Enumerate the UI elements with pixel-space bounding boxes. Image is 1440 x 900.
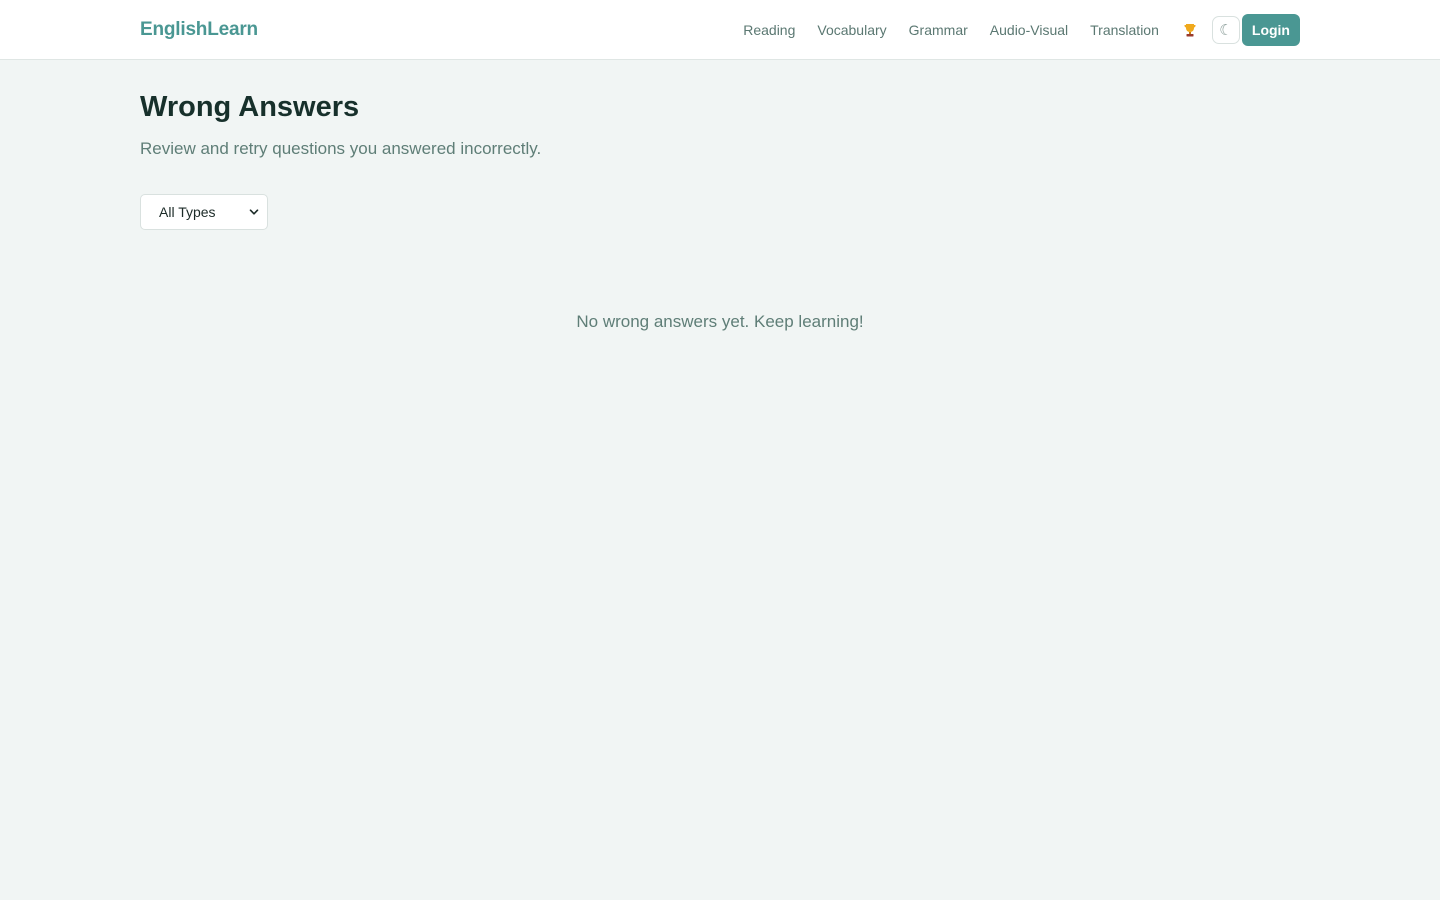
page-title: Wrong Answers	[140, 91, 360, 123]
trophy-icon-graphic	[1184, 24, 1196, 37]
top-navbar: EnglishLearn Reading Vocabulary Grammar …	[0, 0, 1440, 60]
nav-link-audio-visual[interactable]: Audio-Visual	[990, 22, 1068, 38]
empty-state-message: No wrong answers yet. Keep learning!	[576, 312, 864, 331]
filter-selected-value: All Types	[159, 204, 216, 220]
nav-link-reading[interactable]: Reading	[743, 22, 795, 38]
navbar-inner: EnglishLearn Reading Vocabulary Grammar …	[140, 0, 1300, 60]
chevron-down-icon	[249, 209, 259, 215]
nav-link-grammar[interactable]: Grammar	[909, 22, 968, 38]
main-content: Wrong Answers Review and retry questions…	[140, 60, 1300, 332]
page-subtitle: Review and retry questions you answered …	[140, 139, 542, 158]
nav-link-vocabulary[interactable]: Vocabulary	[817, 22, 886, 38]
type-filter-select[interactable]: All Types	[140, 194, 268, 230]
login-button[interactable]: Login	[1241, 14, 1300, 46]
moon-icon: ☾	[1219, 21, 1233, 39]
main-nav: Reading Vocabulary Grammar Audio-Visual …	[743, 14, 1300, 46]
nav-link-translation[interactable]: Translation	[1090, 22, 1159, 38]
trophy-icon[interactable]	[1183, 22, 1197, 38]
theme-toggle-button[interactable]: ☾	[1211, 16, 1240, 44]
brand-logo[interactable]: EnglishLearn	[140, 19, 258, 41]
